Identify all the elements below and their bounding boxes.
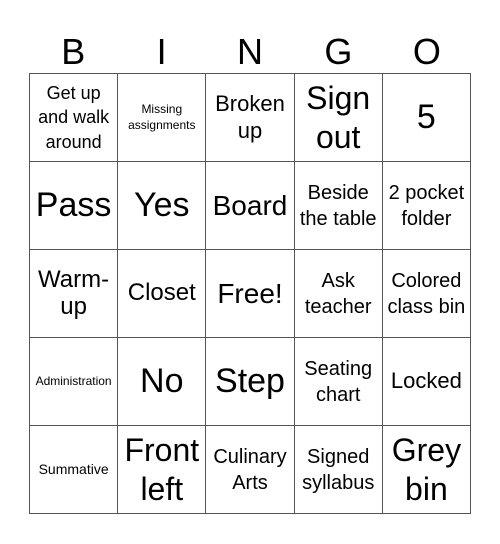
- bingo-cell[interactable]: Locked: [382, 338, 471, 426]
- bingo-cell[interactable]: Closet: [118, 250, 207, 338]
- bingo-cell[interactable]: Signed syllabus: [294, 426, 383, 514]
- bingo-cell[interactable]: 5: [382, 74, 471, 162]
- bingo-cell[interactable]: Yes: [118, 162, 207, 250]
- bingo-cell[interactable]: Board: [206, 162, 295, 250]
- bingo-cell[interactable]: Culinary Arts: [206, 426, 295, 514]
- bingo-cell[interactable]: Get up and walk around: [30, 74, 119, 162]
- header-letter-i: I: [156, 31, 167, 72]
- bingo-cell[interactable]: Grey bin: [382, 426, 471, 514]
- header-letter-b: B: [61, 31, 86, 72]
- bingo-cell[interactable]: Front left: [118, 426, 207, 514]
- bingo-cell[interactable]: Administration: [30, 338, 119, 426]
- bingo-cell[interactable]: Free!: [206, 250, 295, 338]
- bingo-cell[interactable]: Warm-up: [30, 250, 119, 338]
- bingo-cell[interactable]: Beside the table: [294, 162, 383, 250]
- header-letter-o: O: [412, 31, 441, 72]
- bingo-cell[interactable]: 2 pocket folder: [382, 162, 471, 250]
- bingo-cell[interactable]: Colored class bin: [382, 250, 471, 338]
- bingo-cell[interactable]: Step: [206, 338, 295, 426]
- bingo-header: B I N G O: [29, 30, 471, 73]
- bingo-cell[interactable]: Seating chart: [294, 338, 383, 426]
- bingo-cell[interactable]: Ask teacher: [294, 250, 383, 338]
- bingo-cell[interactable]: Pass: [30, 162, 119, 250]
- header-letter-g: G: [324, 31, 353, 72]
- header-letter-n: N: [237, 31, 264, 72]
- bingo-grid: Get up and walk around Missing assignmen…: [29, 73, 471, 514]
- bingo-cell[interactable]: Summative: [30, 426, 119, 514]
- bingo-cell[interactable]: Missing assignments: [118, 74, 207, 162]
- bingo-cell[interactable]: Sign out: [294, 74, 383, 162]
- bingo-cell[interactable]: Broken up: [206, 74, 295, 162]
- bingo-cell[interactable]: No: [118, 338, 207, 426]
